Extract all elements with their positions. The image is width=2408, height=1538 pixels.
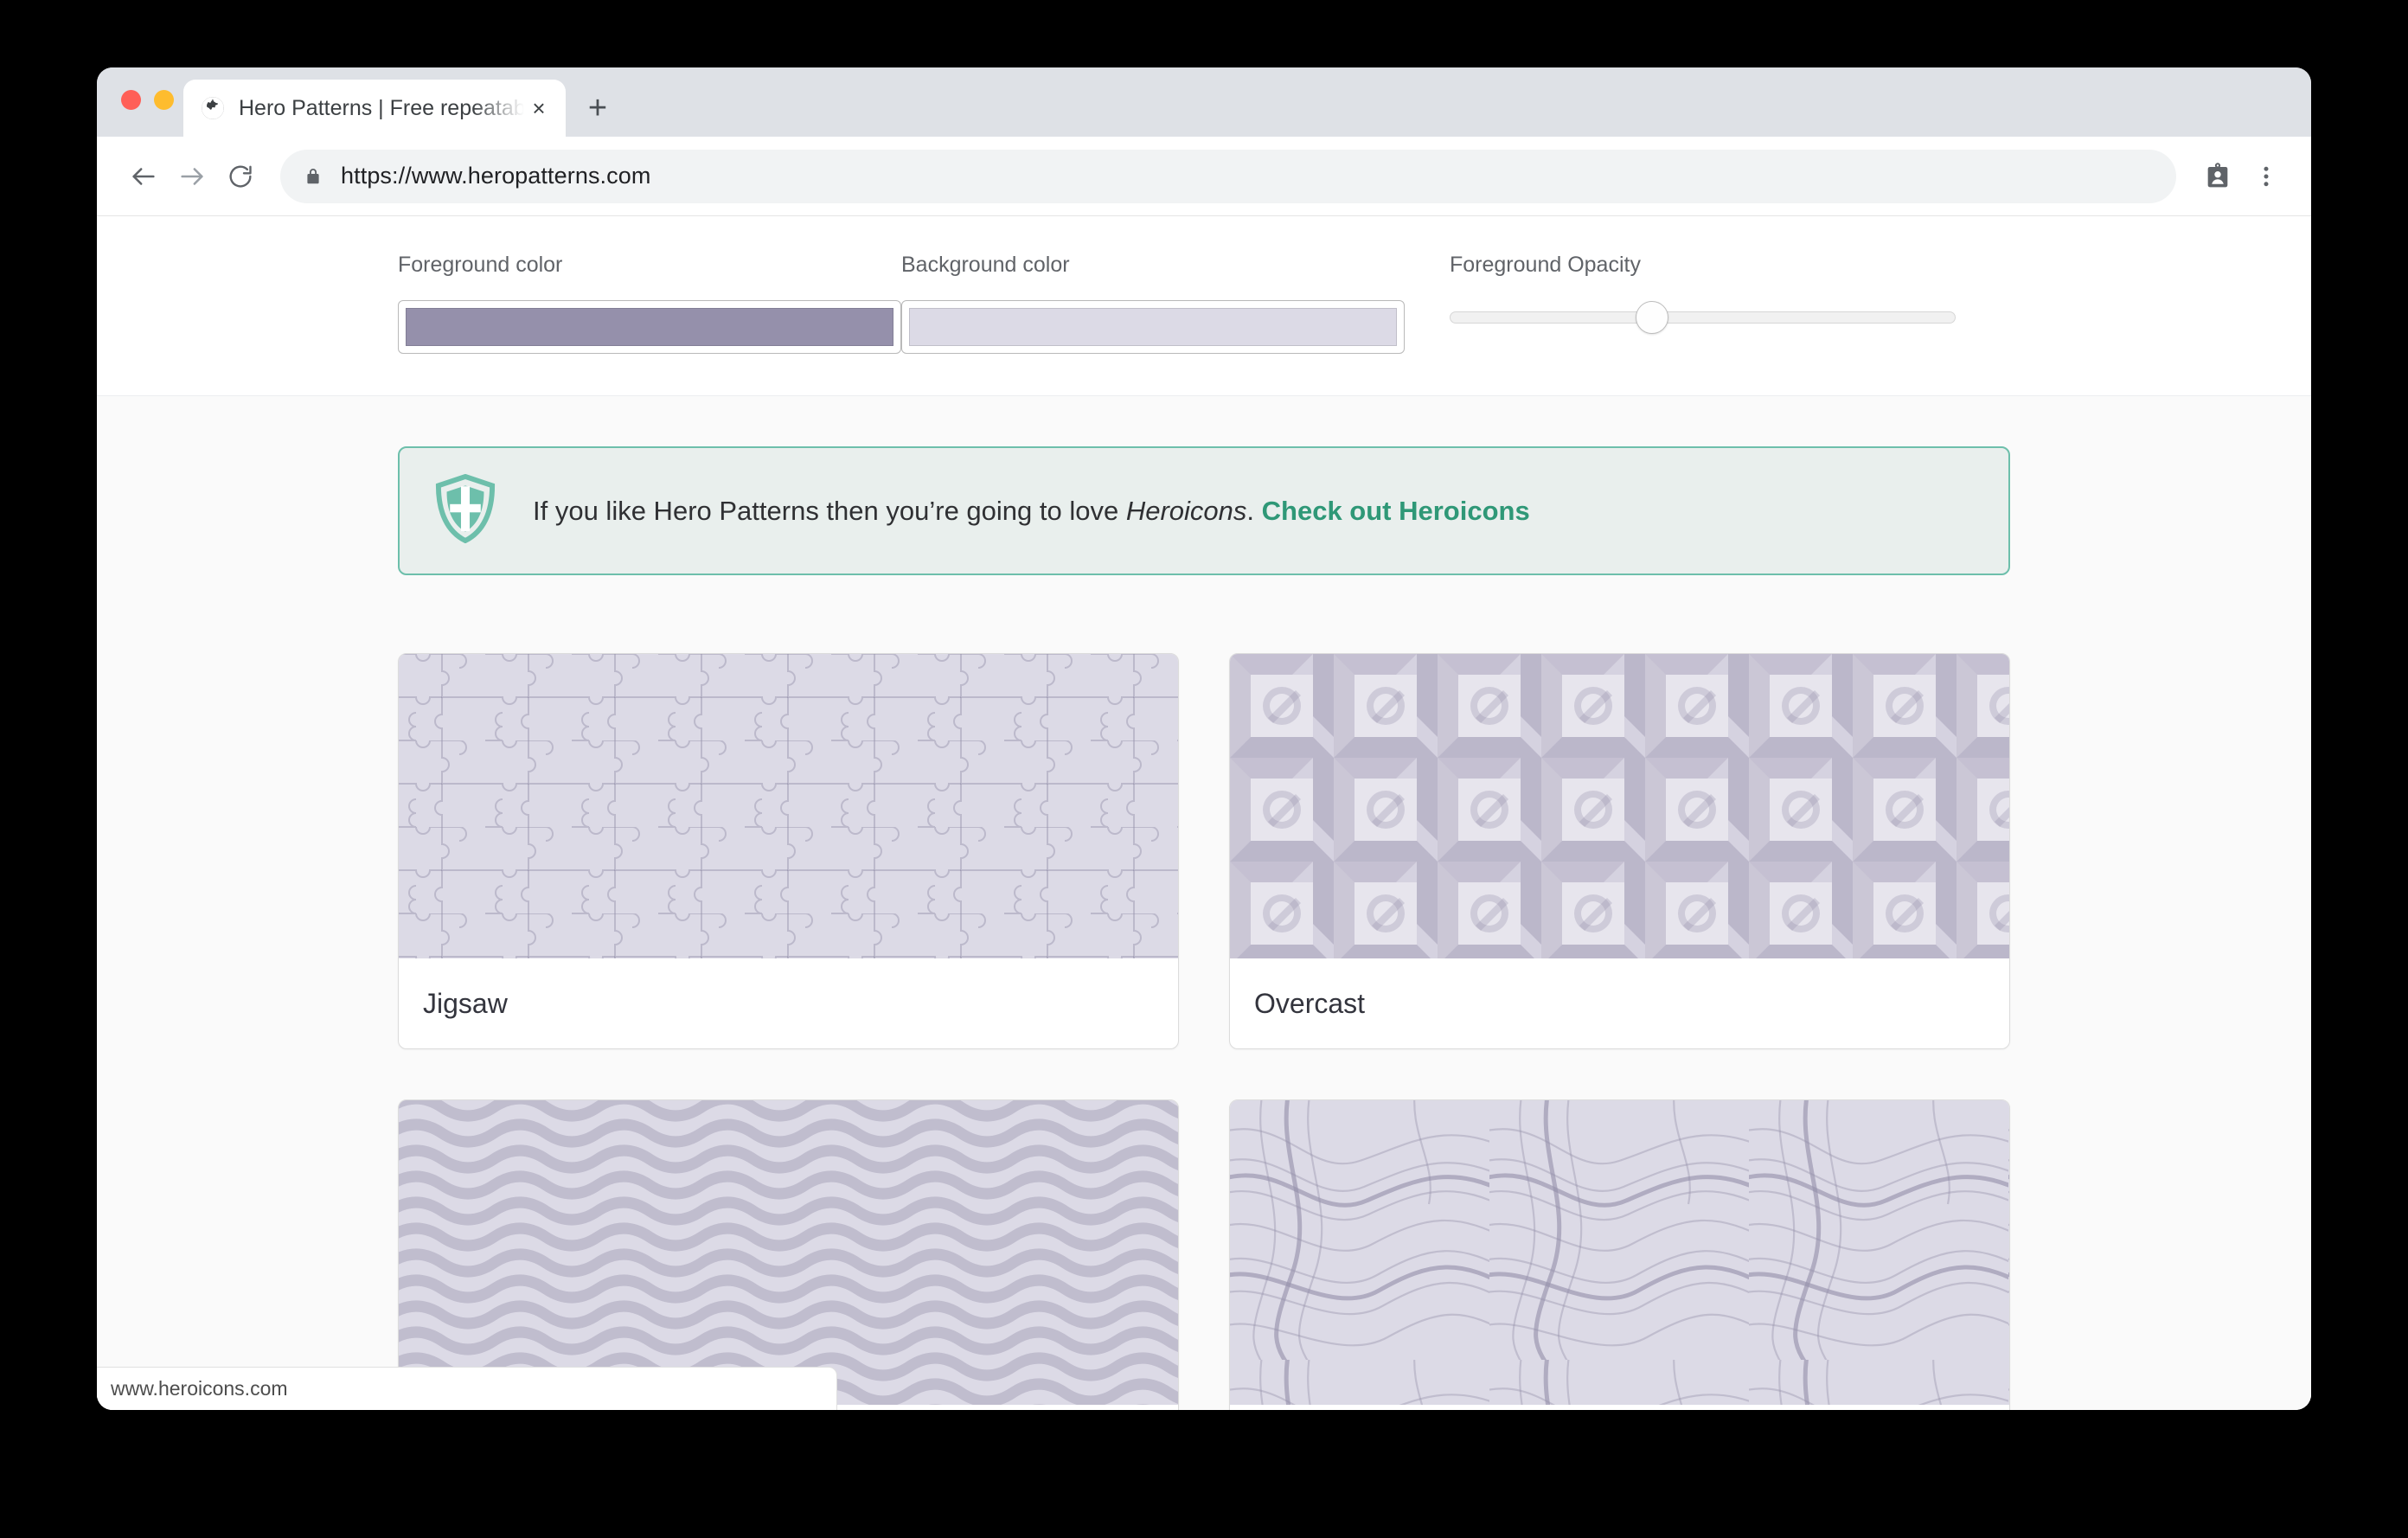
banner-text-after: . — [1246, 495, 1262, 526]
url-text: https://www.heropatterns.com — [341, 163, 651, 189]
foreground-color-control: Foreground color — [398, 253, 901, 354]
pattern-preview-formal-invitation — [399, 1100, 1178, 1405]
pattern-card-formal-invitation[interactable]: Formal Invitation — [398, 1099, 1179, 1410]
heroicons-shield-icon — [434, 473, 496, 548]
pattern-name: Topography — [1230, 1405, 2009, 1410]
pattern-controls-bar: Foreground color Background color Foregr… — [97, 216, 2311, 396]
foreground-color-input[interactable] — [398, 300, 901, 354]
profile-card-icon[interactable] — [2193, 152, 2242, 201]
foreground-opacity-control: Foreground Opacity — [1450, 253, 2003, 335]
foreground-color-label: Foreground color — [398, 253, 563, 277]
minimize-window-button[interactable] — [154, 90, 174, 110]
opacity-slider-thumb[interactable] — [1636, 301, 1668, 334]
pattern-preview-overcast — [1230, 654, 2009, 958]
background-color-label: Background color — [901, 253, 1070, 277]
pattern-name: Overcast — [1254, 987, 1366, 1019]
pattern-card-topography[interactable]: Topography — [1229, 1099, 2010, 1410]
browser-toolbar: https://www.heropatterns.com — [97, 137, 2311, 216]
pattern-preview-jigsaw — [399, 654, 1178, 958]
page-viewport: Foreground color Background color Foregr… — [97, 216, 2311, 1410]
address-bar[interactable]: https://www.heropatterns.com — [280, 149, 2176, 203]
pattern-name: Jigsaw — [423, 987, 508, 1019]
background-color-control: Background color — [901, 253, 1450, 354]
opacity-slider-track — [1450, 311, 1956, 324]
pattern-grid: Jigsaw Overcast Formal Invitation Topogr… — [398, 653, 2010, 1410]
three-dot-menu-icon[interactable] — [2242, 152, 2290, 201]
tab-strip: Hero Patterns | Free repeatable SVG back… — [97, 67, 2311, 137]
close-window-button[interactable] — [121, 90, 141, 110]
browser-tab[interactable]: Hero Patterns | Free repeatable SVG back… — [183, 80, 566, 137]
globe-icon — [201, 96, 225, 120]
forward-icon[interactable] — [168, 152, 216, 201]
tab-title: Hero Patterns | Free repeatable SVG back… — [239, 95, 524, 120]
banner-emphasis: Heroicons — [1125, 495, 1247, 526]
pattern-card-jigsaw[interactable]: Jigsaw — [398, 653, 1179, 1049]
check-out-heroicons-link[interactable]: Check out Heroicons — [1262, 496, 1530, 526]
foreground-color-swatch — [406, 308, 893, 346]
banner-text: If you like Hero Patterns then you’re go… — [533, 493, 1530, 529]
page-body: If you like Hero Patterns then you’re go… — [97, 396, 2311, 1410]
reload-icon[interactable] — [216, 152, 265, 201]
back-icon[interactable] — [119, 152, 168, 201]
background-color-swatch — [909, 308, 1397, 346]
foreground-opacity-label: Foreground Opacity — [1450, 253, 1641, 277]
pattern-card-overcast[interactable]: Overcast — [1229, 653, 2010, 1049]
banner-text-before: If you like Hero Patterns then you’re go… — [533, 495, 1126, 526]
browser-window: Hero Patterns | Free repeatable SVG back… — [97, 67, 2311, 1410]
new-tab-button[interactable]: + — [574, 85, 621, 131]
lock-icon — [303, 166, 323, 187]
heroicons-promo-banner: If you like Hero Patterns then you’re go… — [398, 446, 2010, 575]
background-color-input[interactable] — [901, 300, 1405, 354]
close-icon[interactable]: × — [524, 93, 554, 123]
pattern-preview-topography — [1230, 1100, 2009, 1405]
opacity-slider[interactable] — [1450, 300, 1956, 335]
status-bubble: www.heroicons.com — [97, 1367, 837, 1410]
